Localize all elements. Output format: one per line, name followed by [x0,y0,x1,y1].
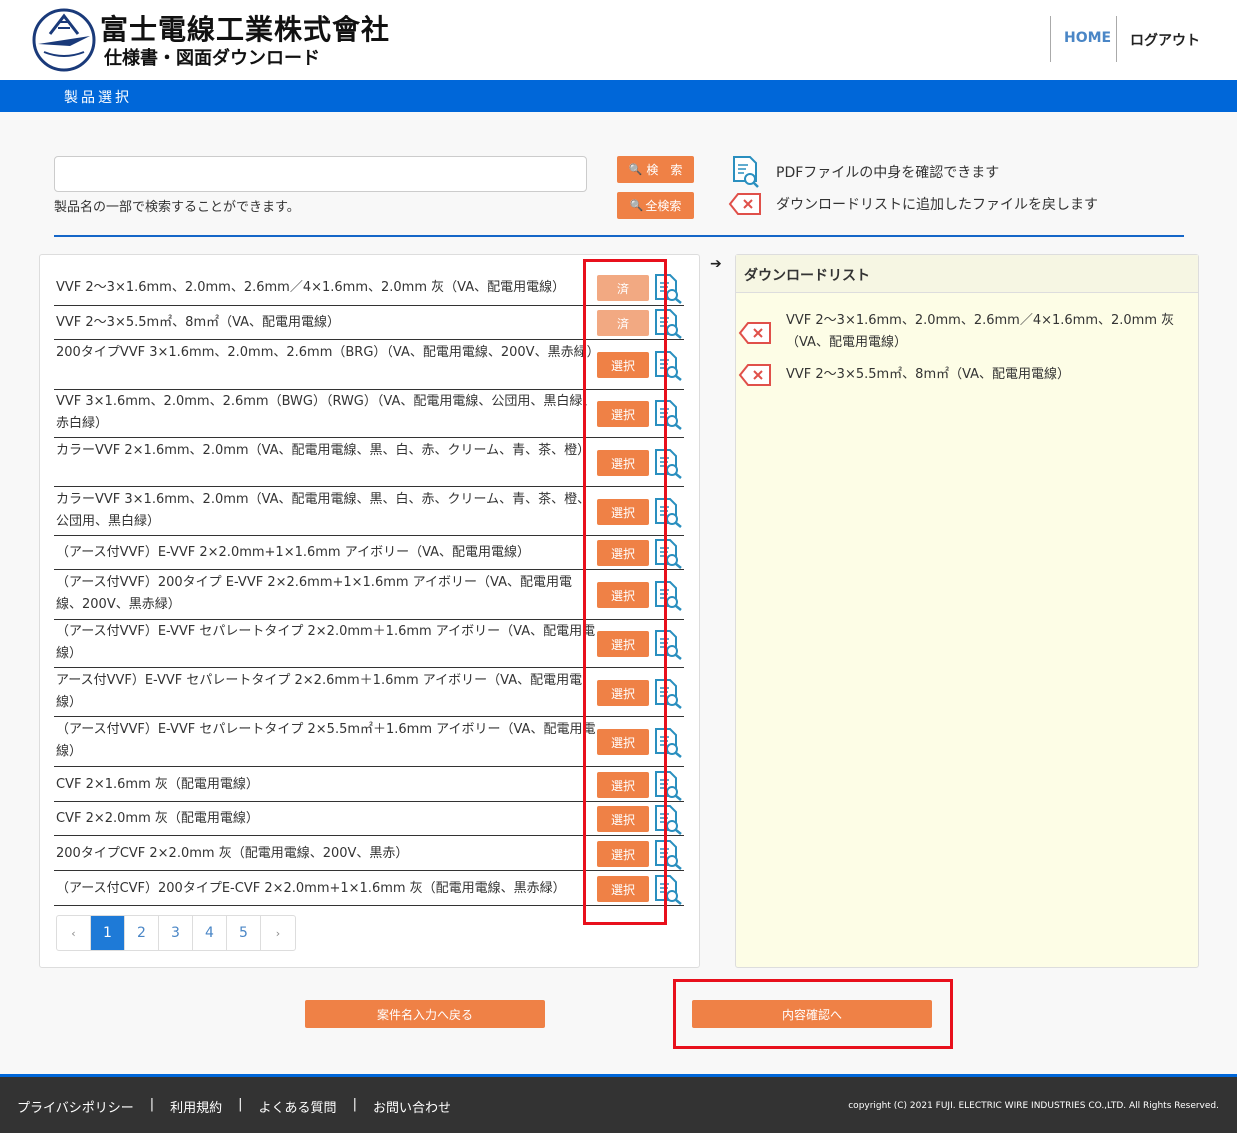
pagination: ‹ 1 2 3 4 5 › [56,915,296,951]
all-search-button-label: 全検索 [645,199,682,213]
download-list-title: ダウンロードリスト [744,268,870,284]
pagination-next[interactable]: › [261,916,295,950]
product-name: （アース付VVF）E-VVF 2×2.0mm+1×1.6mm アイボリー（VA、… [56,545,531,560]
company-logo-icon [32,8,96,72]
product-search-input[interactable] [54,156,587,192]
nav-divider [1050,16,1051,62]
site-header: 富士電線工業株式會社 仕様書・図面ダウンロード HOME ログアウト [0,0,1237,80]
magnifier-icon: 🔍 [629,199,644,212]
remove-legend-text: ダウンロードリストに追加したファイルを戻します [776,197,1098,213]
highlight-box-select-column [583,259,667,925]
footer-separator: | [238,1097,243,1112]
remove-x-icon[interactable] [738,321,772,345]
footer-link-terms[interactable]: 利用規約 [170,1097,222,1116]
pagination-page[interactable]: 5 [227,916,261,950]
search-button-label: 検 索 [646,163,683,177]
product-name: VVF 2～3×5.5m㎡、8m㎡（VA、配電用電線） [56,315,341,330]
arrow-right-icon: ➔ [710,256,722,272]
highlight-box-confirm [673,979,953,1049]
product-name: 200タイプVVF 3×1.6mm、2.0mm、2.6mm（BRG）（VA、配電… [56,345,596,360]
search-hint: 製品名の一部で検索することができます。 [54,200,300,215]
product-name: （アース付VVF）200タイプ E-VVF 2×2.6mm+1×1.6mm アイ… [56,575,572,612]
search-divider [54,235,1184,237]
product-name: カラーVVF 2×1.6mm、2.0mm（VA、配電用電線、黒、白、赤、クリーム… [56,443,591,458]
download-list-header: ダウンロードリスト [736,255,1198,293]
product-name: （アース付CVF）200タイプE-CVF 2×2.0mm+1×1.6mm 灰（配… [56,881,566,896]
all-search-button[interactable]: 🔍 全検索 [617,192,694,219]
footer-separator: | [149,1097,155,1112]
footer-link-contact[interactable]: お問い合わせ [373,1097,451,1116]
footer-link-privacy[interactable]: プライバシポリシー [17,1097,134,1116]
nav-logout-link[interactable]: ログアウト [1130,30,1200,50]
nav-divider [1116,16,1117,62]
pagination-page[interactable]: 4 [193,916,227,950]
product-name: アース付VVF）E-VVF セパレートタイプ 2×2.6mm＋1.6mm アイボ… [56,673,583,710]
footer-separator: | [352,1097,357,1112]
product-name: （アース付VVF）E-VVF セパレートタイプ 2×5.5m㎡＋1.6mm アイ… [56,722,596,759]
download-list-panel: ダウンロードリスト VVF 2～3×1.6mm、2.0mm、2.6mm／4×1.… [735,254,1199,968]
pagination-page[interactable]: 2 [125,916,159,950]
product-name: VVF 3×1.6mm、2.0mm、2.6mm（BWG）（RWG）（VA、配電用… [56,394,596,431]
nav-home-link[interactable]: HOME [1064,30,1111,46]
download-item-name: VVF 2～3×5.5m㎡、8m㎡（VA、配電用電線） [786,367,1071,382]
pagination-page[interactable]: 3 [159,916,193,950]
company-name: 富士電線工業株式會社 [100,13,391,46]
site-footer: プライバシポリシー | 利用規約 | よくある質問 | お問い合わせ copyr… [0,1074,1237,1133]
remove-x-icon [728,193,761,215]
site-subtitle: 仕様書・図面ダウンロード [104,48,320,69]
section-title: 製品選択 [64,90,132,106]
product-name: （アース付VVF）E-VVF セパレートタイプ 2×2.0mm＋1.6mm アイ… [56,624,596,661]
document-magnifier-icon [733,156,759,188]
pagination-page[interactable]: 1 [91,916,125,950]
back-to-project-button[interactable]: 案件名入力へ戻る [305,1000,545,1028]
search-button[interactable]: 🔍 検 索 [617,156,694,183]
remove-x-icon[interactable] [738,363,772,387]
section-bar: 製品選択 [0,80,1237,112]
product-name: カラーVVF 3×1.6mm、2.0mm（VA、配電用電線、黒、白、赤、クリーム… [56,492,591,529]
product-name: CVF 2×1.6mm 灰（配電用電線） [56,777,259,792]
product-name: VVF 2～3×1.6mm、2.0mm、2.6mm／4×1.6mm、2.0mm … [56,280,566,295]
footer-link-faq[interactable]: よくある質問 [259,1097,337,1116]
product-name: CVF 2×2.0mm 灰（配電用電線） [56,811,259,826]
download-item-name: VVF 2～3×1.6mm、2.0mm、2.6mm／4×1.6mm、2.0mm … [786,313,1175,350]
footer-links: プライバシポリシー | 利用規約 | よくある質問 | お問い合わせ [17,1097,451,1116]
pagination-prev[interactable]: ‹ [57,916,91,950]
product-name: 200タイプCVF 2×2.0mm 灰（配電用電線、200V、黒赤） [56,846,409,861]
magnifier-icon: 🔍 [628,163,643,176]
copyright: copyright (C) 2021 FUJI. ELECTRIC WIRE I… [848,1101,1219,1111]
pdf-legend-text: PDFファイルの中身を確認できます [776,165,1000,181]
